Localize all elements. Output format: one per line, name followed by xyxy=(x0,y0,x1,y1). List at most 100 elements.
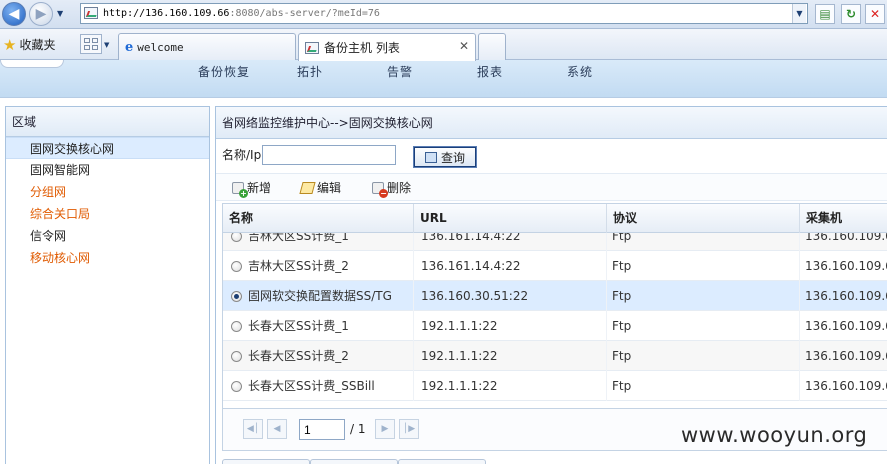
row-radio[interactable] xyxy=(231,350,242,362)
compatibility-view-icon[interactable]: ▤ xyxy=(815,4,835,24)
add-label: 新增 xyxy=(247,181,272,195)
protocol-cell: Ftp xyxy=(607,311,800,341)
row-radio[interactable] xyxy=(231,260,242,272)
new-tab-button[interactable] xyxy=(478,33,506,60)
page-icon xyxy=(84,7,98,19)
column-header-collector[interactable]: 采集机 xyxy=(800,204,887,233)
bottom-tab[interactable] xyxy=(222,459,310,464)
ie-icon: e xyxy=(125,39,134,55)
edit-icon xyxy=(299,181,316,194)
delete-icon xyxy=(372,181,388,198)
row-radio[interactable] xyxy=(231,320,242,332)
collector-cell: 136.160.109.67 xyxy=(800,251,887,281)
search-label: 名称/Ip xyxy=(222,148,262,162)
bottom-tab[interactable] xyxy=(310,459,398,464)
page-number-input[interactable] xyxy=(299,419,345,440)
collector-cell: 136.160.109.67 xyxy=(800,311,887,341)
region-item[interactable]: 固网智能网 xyxy=(6,159,209,181)
browser-address-bar: ◀ ▶ ▼ http://136.160.109.66:8080/abs-ser… xyxy=(0,0,887,29)
row-radio[interactable] xyxy=(231,380,242,392)
refresh-icon[interactable]: ↻ xyxy=(841,4,861,24)
bottom-tab[interactable] xyxy=(398,459,486,464)
protocol-cell: Ftp xyxy=(607,341,800,371)
menu-backup-restore[interactable]: 备份恢复 xyxy=(198,63,250,80)
search-input[interactable] xyxy=(262,145,396,165)
region-item[interactable]: 综合关口局 xyxy=(6,203,209,225)
host-list-panel: 省网络监控维护中心-->固网交换核心网 名称/Ip 查询 新增 编辑 删除 名称… xyxy=(215,106,887,464)
column-header-url[interactable]: URL xyxy=(414,204,607,233)
edit-label: 编辑 xyxy=(317,181,342,195)
tab-label: 备份主机 列表 xyxy=(324,41,400,55)
table-row[interactable]: 长春大区SS计费_SSBill 192.1.1.1:22 Ftp 136.160.10… xyxy=(223,371,887,401)
page-icon xyxy=(305,41,319,54)
edit-button[interactable]: 编辑 xyxy=(299,179,342,196)
tab-list-dropdown-icon[interactable]: ▼ xyxy=(104,41,109,49)
region-panel-title: 区域 xyxy=(6,107,209,137)
host-name: 长春大区SS计费_SSBill xyxy=(248,379,375,393)
query-button-label: 查询 xyxy=(440,150,465,165)
host-name: 长春大区SS计费_2 xyxy=(248,349,349,363)
browser-tab-welcome[interactable]: e welcome xyxy=(118,33,296,60)
name-cell: 长春大区SS计费_2 xyxy=(223,341,414,371)
url-cell: 192.1.1.1:22 xyxy=(414,311,607,341)
column-header-protocol[interactable]: 协议 xyxy=(607,204,800,233)
star-icon: ★ xyxy=(3,35,17,54)
delete-label: 删除 xyxy=(387,181,412,195)
name-cell: 长春大区SS计费_SSBill xyxy=(223,371,414,401)
region-item[interactable]: 固网交换核心网 xyxy=(6,137,209,159)
stop-icon[interactable]: ✕ xyxy=(865,4,885,24)
host-name: 长春大区SS计费_1 xyxy=(248,319,349,333)
table-header: 名称 URL 协议 采集机 xyxy=(223,204,887,233)
protocol-cell: Ftp xyxy=(607,251,800,281)
bottom-tabs xyxy=(222,459,522,464)
quick-tabs-icon[interactable] xyxy=(80,34,102,54)
collector-cell: 136.160.109.67 xyxy=(800,341,887,371)
page-total: / 1 xyxy=(350,422,366,436)
query-button[interactable]: 查询 xyxy=(413,146,477,168)
query-icon xyxy=(424,151,437,163)
close-tab-icon[interactable]: ✕ xyxy=(459,39,469,53)
back-icon[interactable]: ◀ xyxy=(2,2,26,26)
url-field[interactable]: http://136.160.109.66:8080/abs-server/?m… xyxy=(80,3,808,24)
region-list: 固网交换核心网 固网智能网 分组网 综合关口局 信令网 移动核心网 xyxy=(6,137,209,269)
browser-tab-backup-hosts[interactable]: 备份主机 列表 ✕ xyxy=(298,33,476,61)
breadcrumb: 省网络监控维护中心-->固网交换核心网 xyxy=(216,107,887,139)
row-radio[interactable] xyxy=(231,290,242,302)
favorites-button[interactable]: ★ 收藏夹 xyxy=(3,36,55,53)
region-item[interactable]: 信令网 xyxy=(6,225,209,247)
host-name: 固网软交换配置数据SS/TG xyxy=(248,289,392,303)
menu-system[interactable]: 系统 xyxy=(567,63,593,80)
menu-alarms[interactable]: 告警 xyxy=(387,63,413,80)
table-row[interactable]: 吉林大区SS计费_2 136.161.14.4:22 Ftp 136.160.109.… xyxy=(223,251,887,281)
column-header-name[interactable]: 名称 xyxy=(223,204,414,233)
history-dropdown-icon[interactable]: ▼ xyxy=(57,9,63,18)
last-page-icon[interactable]: │▶ xyxy=(399,419,419,439)
logo-area xyxy=(0,60,64,68)
table-row[interactable]: 固网软交换配置数据SS/TG 136.160.30.51:22 Ftp 136.160… xyxy=(223,281,887,311)
menu-topology[interactable]: 拓扑 xyxy=(297,63,323,80)
next-page-icon[interactable]: ▶ xyxy=(375,419,395,439)
forward-icon[interactable]: ▶ xyxy=(29,2,53,26)
prev-page-icon[interactable]: ◀ xyxy=(267,419,287,439)
first-page-icon[interactable]: ◀│ xyxy=(243,419,263,439)
region-item[interactable]: 分组网 xyxy=(6,181,209,203)
protocol-cell: Ftp xyxy=(607,281,800,311)
app-header: 备份恢复 拓扑 告警 报表 系统 xyxy=(0,60,887,98)
table-row[interactable]: 长春大区SS计费_1 192.1.1.1:22Ftp136.160.109.67 xyxy=(223,311,887,341)
menu-reports[interactable]: 报表 xyxy=(477,63,503,80)
name-cell: 吉林大区SS计费_2 xyxy=(223,251,414,281)
region-item[interactable]: 移动核心网 xyxy=(6,247,209,269)
region-panel: 区域 固网交换核心网 固网智能网 分组网 综合关口局 信令网 移动核心网 xyxy=(5,106,210,464)
collector-cell: 136.160.109.67 xyxy=(800,281,887,311)
url-host: http://136.160.109.66 xyxy=(103,8,230,19)
url-dropdown-icon[interactable]: ▼ xyxy=(792,4,806,23)
delete-button[interactable]: 删除 xyxy=(372,179,412,198)
url-cell: 192.1.1.1:22 xyxy=(414,341,607,371)
table-row[interactable]: 长春大区SS计费_2 192.1.1.1:22Ftp136.160.109.67 xyxy=(223,341,887,371)
grid-toolbar: 新增 编辑 删除 xyxy=(216,173,887,201)
url-cell: 136.160.30.51:22 xyxy=(414,281,607,311)
protocol-cell: Ftp xyxy=(607,371,800,401)
url-cell: 192.1.1.1:22 xyxy=(414,371,607,401)
host-table: 名称 URL 协议 采集机 吉林大区SS计费_1 136.161.14.4:22 F… xyxy=(222,203,887,409)
add-button[interactable]: 新增 xyxy=(232,179,272,198)
